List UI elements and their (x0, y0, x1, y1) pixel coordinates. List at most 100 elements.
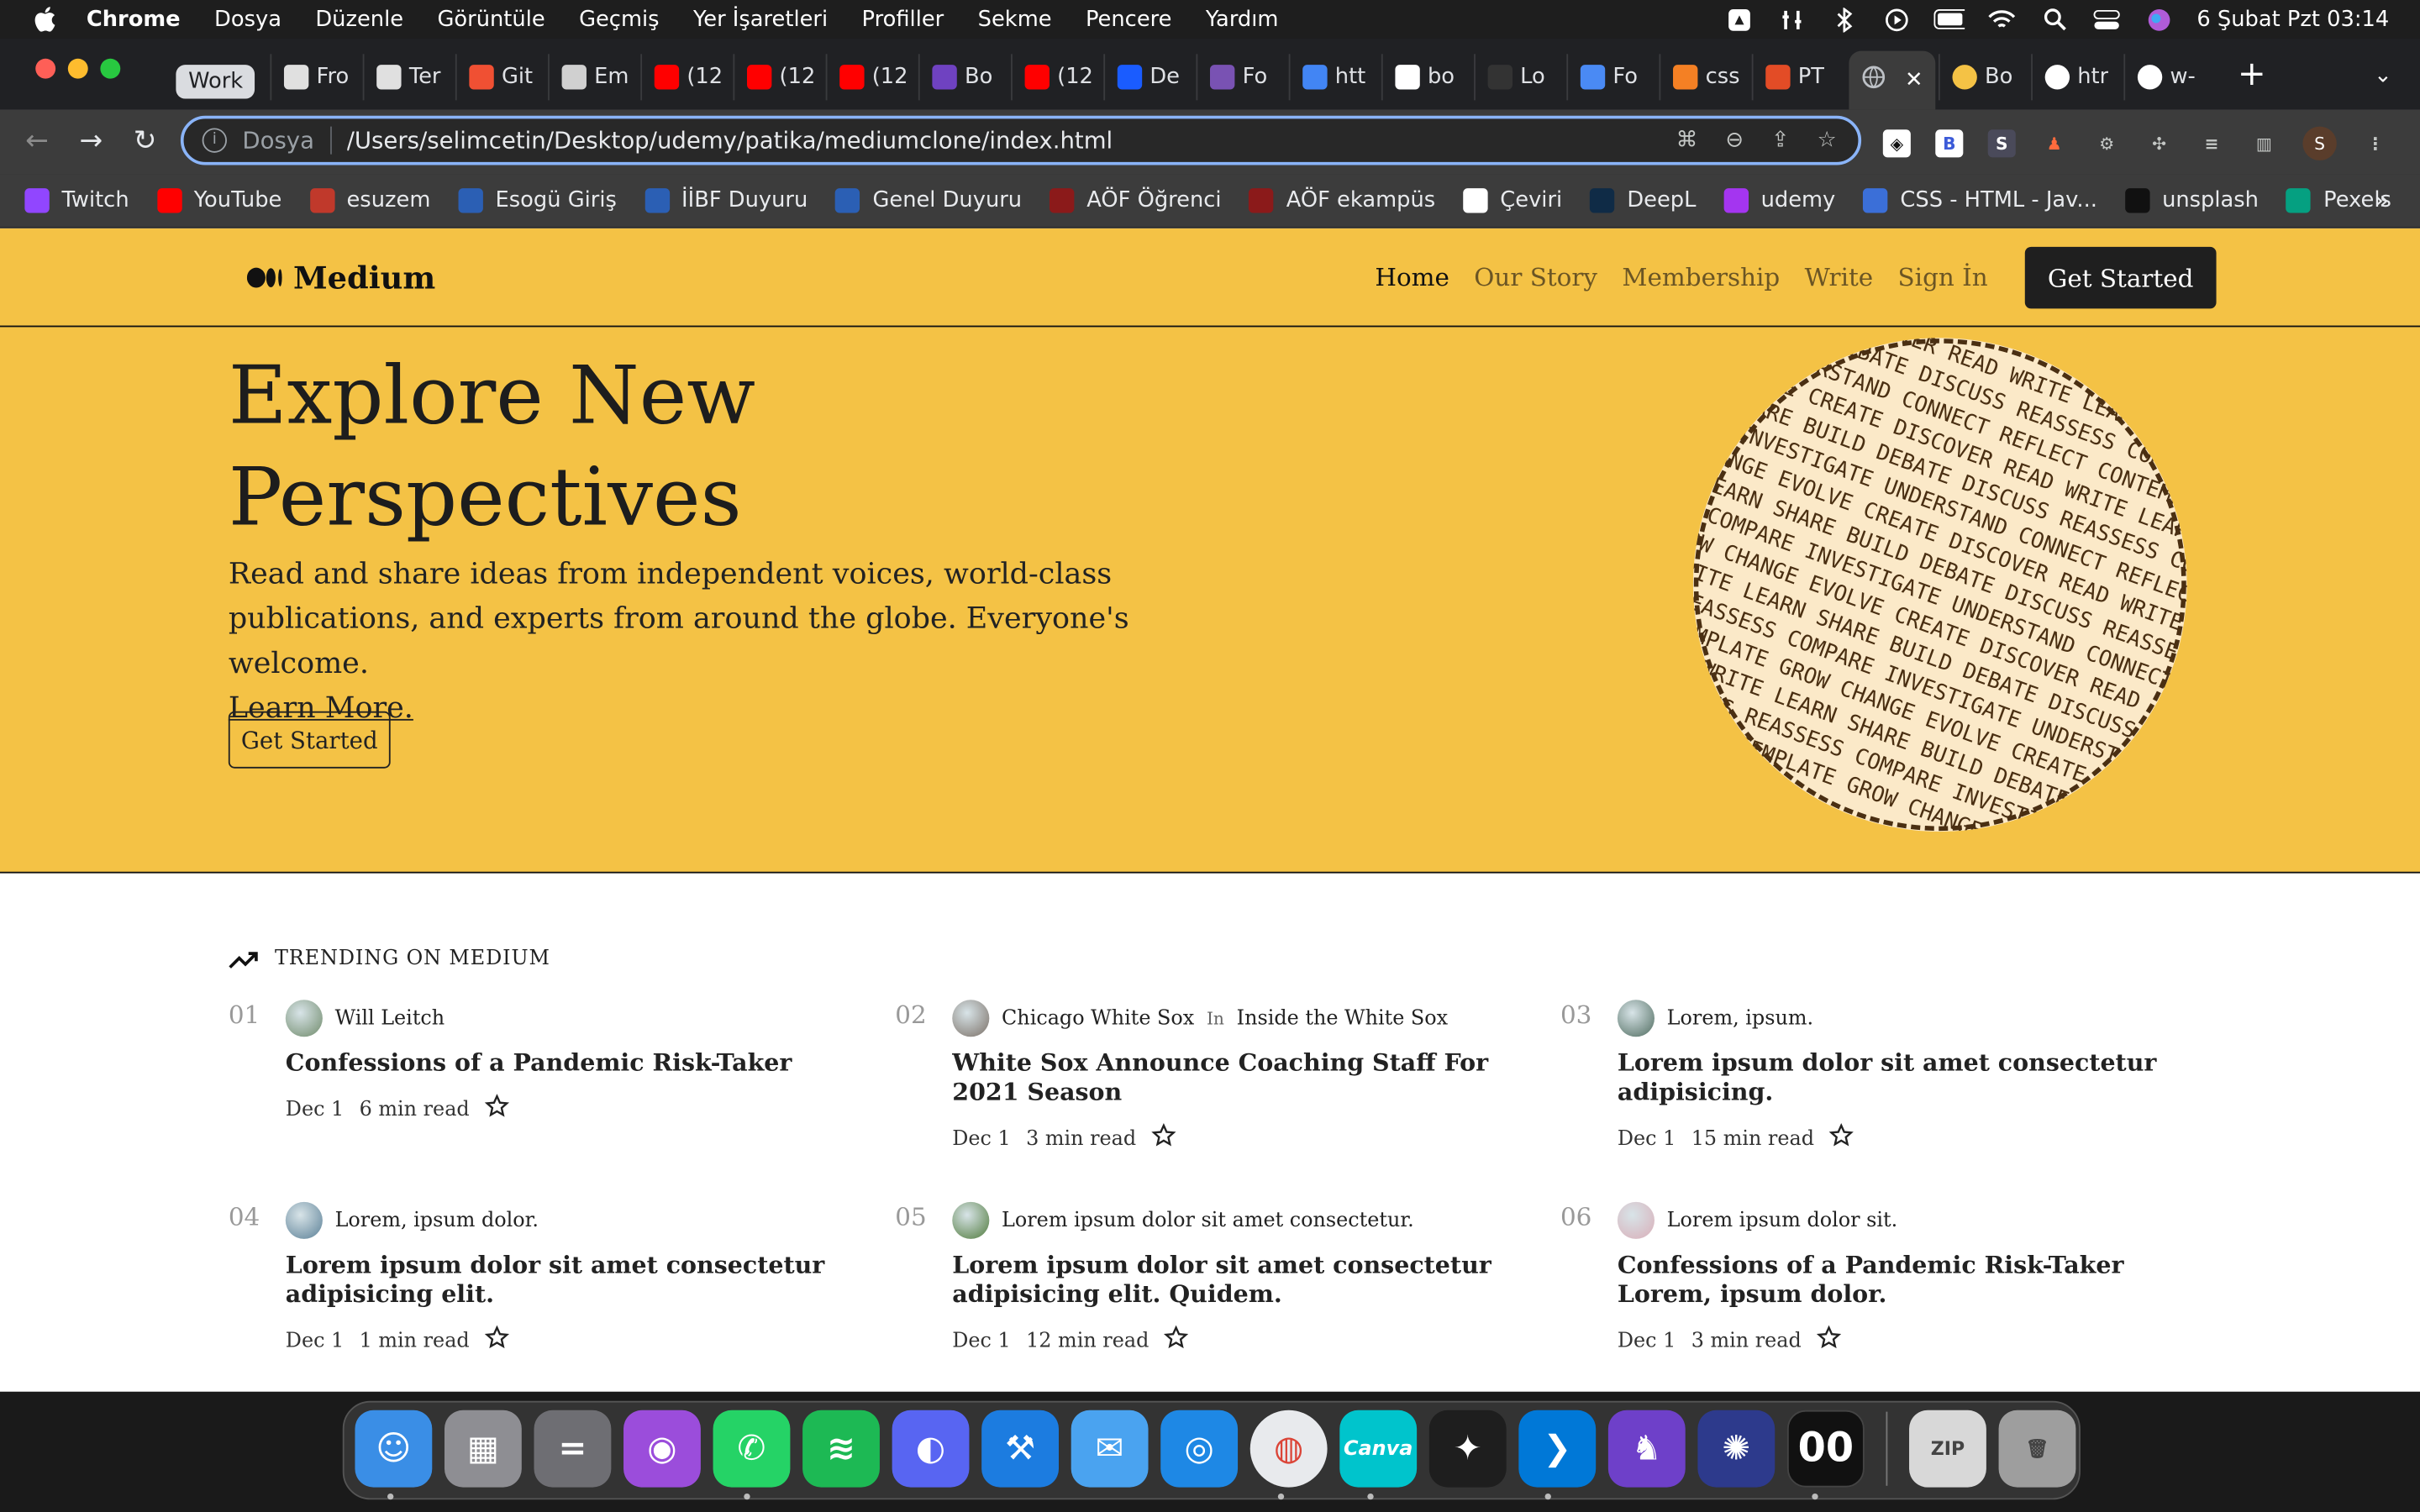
dock-figma-icon[interactable]: ✦ (1428, 1410, 1507, 1488)
bookmark-star-icon[interactable] (1151, 1123, 1176, 1154)
bookmark-item[interactable]: AÖF Öğrenci (1050, 188, 1222, 213)
extensions-puzzle-icon[interactable]: ✣ (2145, 129, 2173, 157)
dock-launchpad-icon[interactable]: ▦ (444, 1410, 522, 1488)
dock-spotify-icon[interactable]: ≋ (802, 1410, 880, 1488)
menu-edit[interactable]: Düzenle (315, 7, 403, 31)
hero-get-started-button[interactable]: Get Started (228, 711, 391, 769)
url-input[interactable] (346, 126, 1676, 155)
bookmark-item[interactable]: YouTube (156, 188, 281, 213)
bluetooth-icon[interactable] (1829, 7, 1860, 32)
battery-icon[interactable] (1934, 7, 1965, 31)
author-name[interactable]: Will Leitch (335, 1006, 445, 1030)
extension-bootstrap-icon[interactable]: B (1935, 129, 1964, 158)
dock-github-desktop-icon[interactable]: ♞ (1607, 1410, 1686, 1488)
bookmark-item[interactable]: AÖF ekampüs (1249, 188, 1435, 213)
dock-podcasts-icon[interactable]: ◉ (623, 1410, 701, 1488)
bookmark-star-icon[interactable] (485, 1094, 510, 1125)
bookmark-item[interactable]: CSS - HTML - Jav... (1863, 188, 2097, 213)
post-title[interactable]: White Sox Announce Coaching Staff For 20… (952, 1047, 1492, 1106)
control-center-icon[interactable] (2091, 7, 2123, 31)
dock-mail-icon[interactable]: ✉ (1071, 1410, 1149, 1488)
dock-discord-icon[interactable]: ◐ (892, 1410, 970, 1488)
spotlight-search-icon[interactable] (2039, 7, 2070, 31)
translate-icon[interactable]: ⌘ (1676, 128, 1698, 152)
post-title[interactable]: Confessions of a Pandemic Risk-Taker Lor… (1618, 1250, 2173, 1309)
bookmark-star-icon[interactable] (485, 1325, 510, 1357)
forward-button[interactable]: → (72, 123, 109, 160)
dock-canva-icon[interactable]: Canva (1339, 1410, 1418, 1488)
author-name[interactable]: Chicago White Sox (1002, 1006, 1194, 1030)
bookmark-item[interactable]: Genel Duyuru (835, 188, 1022, 213)
dock-xcode-icon[interactable]: ⚒ (981, 1410, 1059, 1488)
post-title[interactable]: Confessions of a Pandemic Risk-Taker (286, 1047, 841, 1077)
menu-history[interactable]: Geçmiş (579, 7, 659, 31)
menu-window[interactable]: Pencere (1086, 7, 1172, 31)
zoom-icon[interactable]: ⊖ (1725, 128, 1744, 152)
profile-avatar[interactable]: S (2302, 126, 2337, 161)
tab-17[interactable]: PT (1751, 54, 1844, 101)
tab-13[interactable]: bo (1381, 54, 1474, 101)
siri-icon[interactable] (2144, 7, 2175, 31)
menu-tab[interactable]: Sekme (978, 7, 1052, 31)
bookmark-star-icon[interactable] (1164, 1325, 1190, 1357)
bookmark-star-icon[interactable]: ☆ (1818, 128, 1837, 152)
zoom-window-button[interactable] (100, 58, 121, 79)
wifi-icon[interactable] (1987, 7, 2018, 31)
more-bookmarks-icon[interactable]: » (2374, 185, 2389, 214)
menu-bookmarks[interactable]: Yer İşaretleri (693, 7, 828, 31)
nav-home[interactable]: Home (1375, 262, 1449, 291)
publication-name[interactable]: Inside the White Sox (1237, 1006, 1448, 1030)
tab-11[interactable]: Fo (1196, 54, 1288, 101)
address-bar[interactable]: i Dosya ⌘ ⊖ ⇪ ☆ (180, 115, 1862, 165)
post-title[interactable]: Lorem ipsum dolor sit amet consectetur a… (1618, 1047, 2173, 1106)
bookmark-item[interactable]: DeepL (1590, 188, 1696, 213)
tab-3[interactable]: Git (455, 54, 548, 101)
menu-clock[interactable]: 6 Şubat Pzt 03:14 (2196, 7, 2389, 31)
tab-after-3[interactable]: w- (2123, 54, 2216, 101)
dock-clock-app-icon[interactable]: 00 (1786, 1410, 1865, 1488)
tab-after-2[interactable]: htr (2031, 54, 2123, 101)
menu-view[interactable]: Görüntüle (437, 7, 544, 31)
menu-app-name[interactable]: Chrome (87, 7, 181, 31)
bookmark-star-icon[interactable] (1829, 1123, 1854, 1154)
site-info-icon[interactable]: i (202, 128, 227, 153)
tab-1[interactable]: Fro (270, 54, 362, 101)
author-name[interactable]: Lorem, ipsum. (1667, 1006, 1813, 1030)
nav-membership[interactable]: Membership (1622, 262, 1780, 291)
tab-4[interactable]: Em (548, 54, 640, 101)
author-avatar[interactable] (952, 1201, 990, 1239)
dock-astro-icon[interactable]: ✺ (1697, 1410, 1776, 1488)
share-icon[interactable]: ⇪ (1771, 128, 1790, 152)
post-title[interactable]: Lorem ipsum dolor sit amet consectetur a… (952, 1250, 1507, 1309)
dock-chrome-icon[interactable]: ◍ (1249, 1410, 1328, 1488)
tab-6[interactable]: (12 (733, 54, 825, 101)
bookmark-item[interactable]: İİBF Duyuru (644, 188, 808, 213)
tab-12[interactable]: htt (1288, 54, 1381, 101)
bookmark-item[interactable]: Twitch (24, 188, 129, 213)
tab-8[interactable]: Bo (918, 54, 1011, 101)
author-name[interactable]: Lorem ipsum dolor sit. (1667, 1209, 1898, 1232)
tab-10[interactable]: De (1103, 54, 1196, 101)
drive-icon[interactable] (1724, 7, 1755, 31)
author-avatar[interactable] (285, 1000, 323, 1037)
author-avatar[interactable] (1617, 1201, 1655, 1239)
new-tab-button[interactable]: + (2235, 58, 2269, 92)
tab-after-1[interactable]: Bo (1938, 54, 2031, 101)
extension-s-icon[interactable]: S (1987, 129, 2016, 158)
dock-vscode-icon[interactable]: ❯ (1518, 1410, 1597, 1488)
menu-file[interactable]: Dosya (214, 7, 281, 31)
tab-16[interactable]: css (1659, 54, 1751, 101)
dock-archive-icon[interactable]: ZIP (1909, 1410, 1986, 1488)
author-avatar[interactable] (1617, 1000, 1655, 1037)
tab-active[interactable]: ✕ (1849, 50, 1936, 110)
back-button[interactable]: ← (18, 123, 55, 160)
medium-logo[interactable]: Medium (246, 260, 435, 297)
tab-9[interactable]: (12 (1011, 54, 1103, 101)
header-get-started-button[interactable]: Get Started (2024, 246, 2217, 309)
author-name[interactable]: Lorem ipsum dolor sit amet consectetur. (1002, 1209, 1414, 1232)
nav-write[interactable]: Write (1805, 262, 1874, 291)
dock-calculator-icon[interactable]: = (534, 1410, 612, 1488)
bookmark-item[interactable]: esuzem (309, 188, 430, 213)
tab-group-work[interactable]: Work (176, 65, 255, 99)
side-panel-icon[interactable]: ▥ (2250, 129, 2278, 157)
